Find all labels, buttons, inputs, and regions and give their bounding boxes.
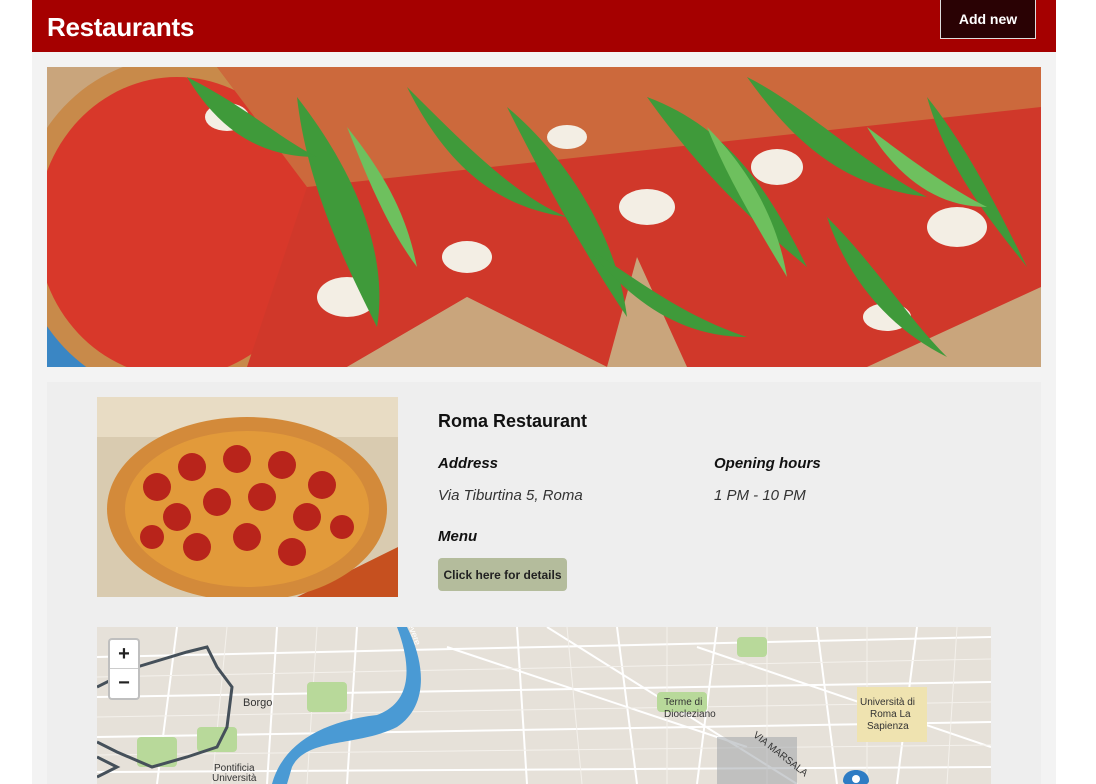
map-tiles[interactable] bbox=[97, 627, 991, 784]
minus-icon: − bbox=[118, 672, 130, 694]
hero-image bbox=[47, 67, 1041, 367]
location-map[interactable]: Borgo Tevere Terme di Diocleziano VIA MA… bbox=[97, 627, 991, 784]
map-label-pontificia-2: Università bbox=[212, 773, 257, 784]
zoom-out-button[interactable]: − bbox=[110, 669, 138, 698]
plus-icon: + bbox=[118, 642, 130, 665]
opening-hours-value: 1 PM - 10 PM bbox=[714, 487, 806, 504]
address-value: Via Tiburtina 5, Roma bbox=[438, 487, 583, 504]
restaurant-thumbnail bbox=[97, 397, 398, 597]
zoom-control: + − bbox=[108, 638, 140, 700]
address-label: Address bbox=[438, 455, 499, 472]
map-label-univ-1: Università di bbox=[860, 697, 916, 708]
menu-details-button[interactable]: Click here for details bbox=[438, 558, 567, 591]
map-marker-icon[interactable] bbox=[843, 770, 869, 784]
page: Restaurants Add new Roma Restaurant Addr… bbox=[32, 0, 1056, 784]
header-bar: Restaurants Add new bbox=[32, 0, 1056, 52]
menu-label: Menu bbox=[438, 528, 478, 545]
opening-hours-label: Opening hours bbox=[714, 455, 821, 472]
page-title: Restaurants bbox=[47, 12, 194, 42]
restaurant-card: Roma Restaurant Address Via Tiburtina 5,… bbox=[47, 382, 1041, 784]
map-label-univ-2: Roma La bbox=[870, 709, 911, 720]
add-new-button[interactable]: Add new bbox=[940, 0, 1036, 39]
map-label-univ-3: Sapienza bbox=[867, 721, 909, 732]
restaurant-name: Roma Restaurant bbox=[438, 411, 588, 431]
zoom-in-button[interactable]: + bbox=[110, 640, 138, 669]
pepperoni-pizza-illustration bbox=[97, 397, 398, 597]
pizza-hero-illustration bbox=[47, 67, 1041, 367]
map-label-terme-1: Terme di bbox=[664, 697, 703, 708]
map-label-terme-2: Diocleziano bbox=[664, 709, 716, 720]
map-label-borgo: Borgo bbox=[243, 697, 273, 709]
